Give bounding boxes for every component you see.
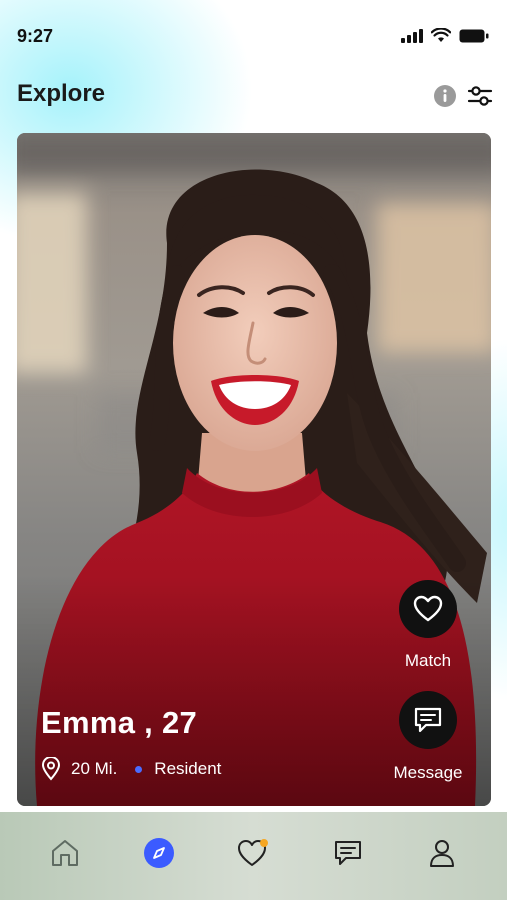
match-label: Match: [404, 651, 452, 670]
nav-home[interactable]: [40, 828, 90, 878]
notification-badge: [260, 839, 269, 847]
battery-icon: [459, 29, 489, 42]
message-icon: [414, 707, 442, 733]
wifi-icon: [431, 28, 451, 42]
location-pin-icon: [41, 757, 61, 781]
compass-icon: [144, 838, 175, 868]
page-title: Explore: [17, 80, 106, 107]
home-icon: [52, 840, 79, 866]
bottom-nav: [0, 812, 507, 900]
filter-icon[interactable]: [467, 84, 493, 108]
profile-name: Emma , 27: [41, 705, 198, 740]
status-bar: 9:27: [0, 0, 507, 70]
nav-messages[interactable]: [323, 828, 373, 878]
signal-icon: [401, 28, 423, 43]
nav-likes[interactable]: [228, 828, 278, 878]
status-time: 9:27: [17, 26, 54, 46]
profile-card[interactable]: Match Message Emma , 27 20 Mi. Resident: [17, 133, 491, 806]
distance-text: 20 Mi.: [71, 759, 118, 778]
message-label: Message: [393, 763, 463, 782]
message-button[interactable]: [399, 691, 457, 749]
heart-icon: [238, 839, 269, 866]
nav-explore[interactable]: [134, 828, 184, 878]
chat-icon: [334, 841, 361, 865]
info-icon[interactable]: [433, 84, 457, 108]
status-icons: [401, 28, 489, 43]
resident-status: Resident: [154, 759, 222, 778]
heart-icon: [413, 595, 443, 622]
profile-meta: 20 Mi. Resident: [41, 757, 221, 781]
status-dot: [135, 765, 143, 773]
nav-profile[interactable]: [417, 828, 467, 878]
match-button[interactable]: [399, 580, 457, 638]
profile-icon: [429, 840, 454, 867]
